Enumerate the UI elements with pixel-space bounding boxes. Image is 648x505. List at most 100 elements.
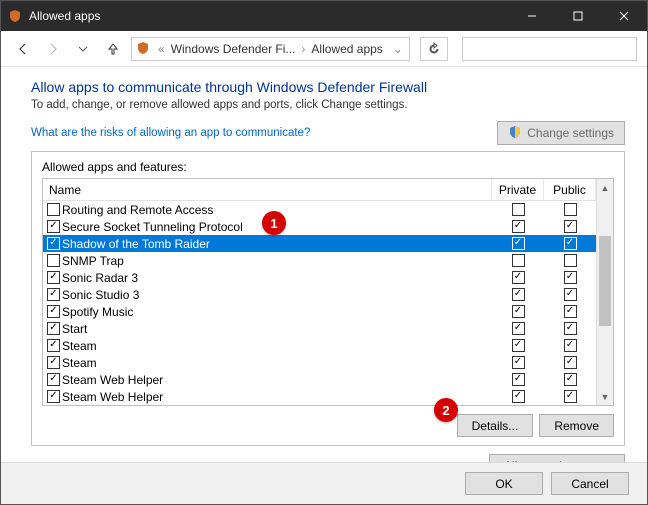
dialog-buttons: OK Cancel [1,462,647,504]
app-name: Steam Web Helper [62,390,163,404]
table-row[interactable]: Routing and Remote Access [43,201,596,218]
ok-button[interactable]: OK [465,472,543,495]
navbar: « Windows Defender Fi... › Allowed apps … [1,31,647,67]
enable-checkbox[interactable] [47,322,60,335]
page-heading: Allow apps to communicate through Window… [31,79,625,95]
private-checkbox[interactable] [512,220,525,233]
private-checkbox[interactable] [512,288,525,301]
public-checkbox[interactable] [564,220,577,233]
close-button[interactable] [601,1,647,31]
maximize-button[interactable] [555,1,601,31]
private-checkbox[interactable] [512,237,525,250]
breadcrumb-current[interactable]: Allowed apps [311,42,382,56]
group-label: Allowed apps and features: [42,160,614,174]
scrollbar[interactable]: ▲ ▼ [596,179,613,405]
content-area: Allow apps to communicate through Window… [1,67,647,483]
app-name: SNMP Trap [62,254,124,268]
enable-checkbox[interactable] [47,373,60,386]
titlebar: Allowed apps [1,1,647,31]
shield-icon [136,41,152,57]
table-row[interactable]: Sonic Studio 3 [43,286,596,303]
column-private[interactable]: Private [492,179,544,200]
table-row[interactable]: Secure Socket Tunneling Protocol [43,218,596,235]
enable-checkbox[interactable] [47,220,60,233]
enable-checkbox[interactable] [47,237,60,250]
public-checkbox[interactable] [564,339,577,352]
app-name: Routing and Remote Access [62,203,213,217]
public-checkbox[interactable] [564,356,577,369]
public-checkbox[interactable] [564,254,577,267]
allowed-apps-group: Allowed apps and features: Name Private … [31,151,625,446]
refresh-button[interactable] [420,37,448,61]
table-row[interactable]: Spotify Music [43,303,596,320]
breadcrumb[interactable]: « Windows Defender Fi... › Allowed apps … [131,37,410,61]
private-checkbox[interactable] [512,339,525,352]
minimize-button[interactable] [509,1,555,31]
enable-checkbox[interactable] [47,254,60,267]
private-checkbox[interactable] [512,356,525,369]
scroll-up-button[interactable]: ▲ [597,179,613,196]
search-input[interactable] [462,37,637,61]
scroll-down-button[interactable]: ▼ [597,388,613,405]
remove-button[interactable]: Remove [539,414,614,437]
table-row[interactable]: Steam Web Helper [43,388,596,405]
enable-checkbox[interactable] [47,271,60,284]
risk-link[interactable]: What are the risks of allowing an app to… [31,127,310,139]
private-checkbox[interactable] [512,390,525,403]
private-checkbox[interactable] [512,254,525,267]
public-checkbox[interactable] [564,373,577,386]
table-row[interactable]: Steam [43,337,596,354]
private-checkbox[interactable] [512,322,525,335]
change-settings-label: Change settings [527,126,614,140]
table-row[interactable]: SNMP Trap [43,252,596,269]
scroll-thumb[interactable] [599,236,611,326]
enable-checkbox[interactable] [47,339,60,352]
enable-checkbox[interactable] [47,390,60,403]
app-name: Shadow of the Tomb Raider [62,237,210,251]
private-checkbox[interactable] [512,373,525,386]
app-name: Spotify Music [62,305,133,319]
table-row[interactable]: Sonic Radar 3 [43,269,596,286]
list-header: Name Private Public [43,179,596,201]
public-checkbox[interactable] [564,322,577,335]
enable-checkbox[interactable] [47,203,60,216]
back-button[interactable] [11,37,35,61]
change-settings-button[interactable]: Change settings [497,121,625,145]
breadcrumb-root[interactable]: Windows Defender Fi... [171,42,296,56]
public-checkbox[interactable] [564,271,577,284]
public-checkbox[interactable] [564,237,577,250]
annotation-1: 1 [262,211,286,235]
public-checkbox[interactable] [564,305,577,318]
breadcrumb-sep: « [156,42,167,56]
cancel-button[interactable]: Cancel [551,472,629,495]
private-checkbox[interactable] [512,271,525,284]
app-name: Steam Web Helper [62,373,163,387]
window-title: Allowed apps [29,9,100,23]
table-row[interactable]: Steam [43,354,596,371]
enable-checkbox[interactable] [47,288,60,301]
annotation-2: 2 [434,398,458,422]
page-subtext: To add, change, or remove allowed apps a… [31,99,625,111]
app-name: Steam [62,356,97,370]
chevron-right-icon: › [299,42,307,56]
app-icon [7,8,23,24]
private-checkbox[interactable] [512,305,525,318]
public-checkbox[interactable] [564,288,577,301]
private-checkbox[interactable] [512,203,525,216]
recent-locations-button[interactable] [71,37,95,61]
column-name[interactable]: Name [43,179,492,200]
up-button[interactable] [101,37,125,61]
enable-checkbox[interactable] [47,305,60,318]
details-button[interactable]: Details... [457,414,534,437]
column-public[interactable]: Public [544,179,596,200]
forward-button[interactable] [41,37,65,61]
app-name: Sonic Radar 3 [62,271,138,285]
table-row[interactable]: Steam Web Helper [43,371,596,388]
public-checkbox[interactable] [564,390,577,403]
table-row[interactable]: Shadow of the Tomb Raider [43,235,596,252]
app-name: Sonic Studio 3 [62,288,139,302]
public-checkbox[interactable] [564,203,577,216]
table-row[interactable]: Start [43,320,596,337]
enable-checkbox[interactable] [47,356,60,369]
chevron-down-icon[interactable]: ⌄ [391,42,405,56]
